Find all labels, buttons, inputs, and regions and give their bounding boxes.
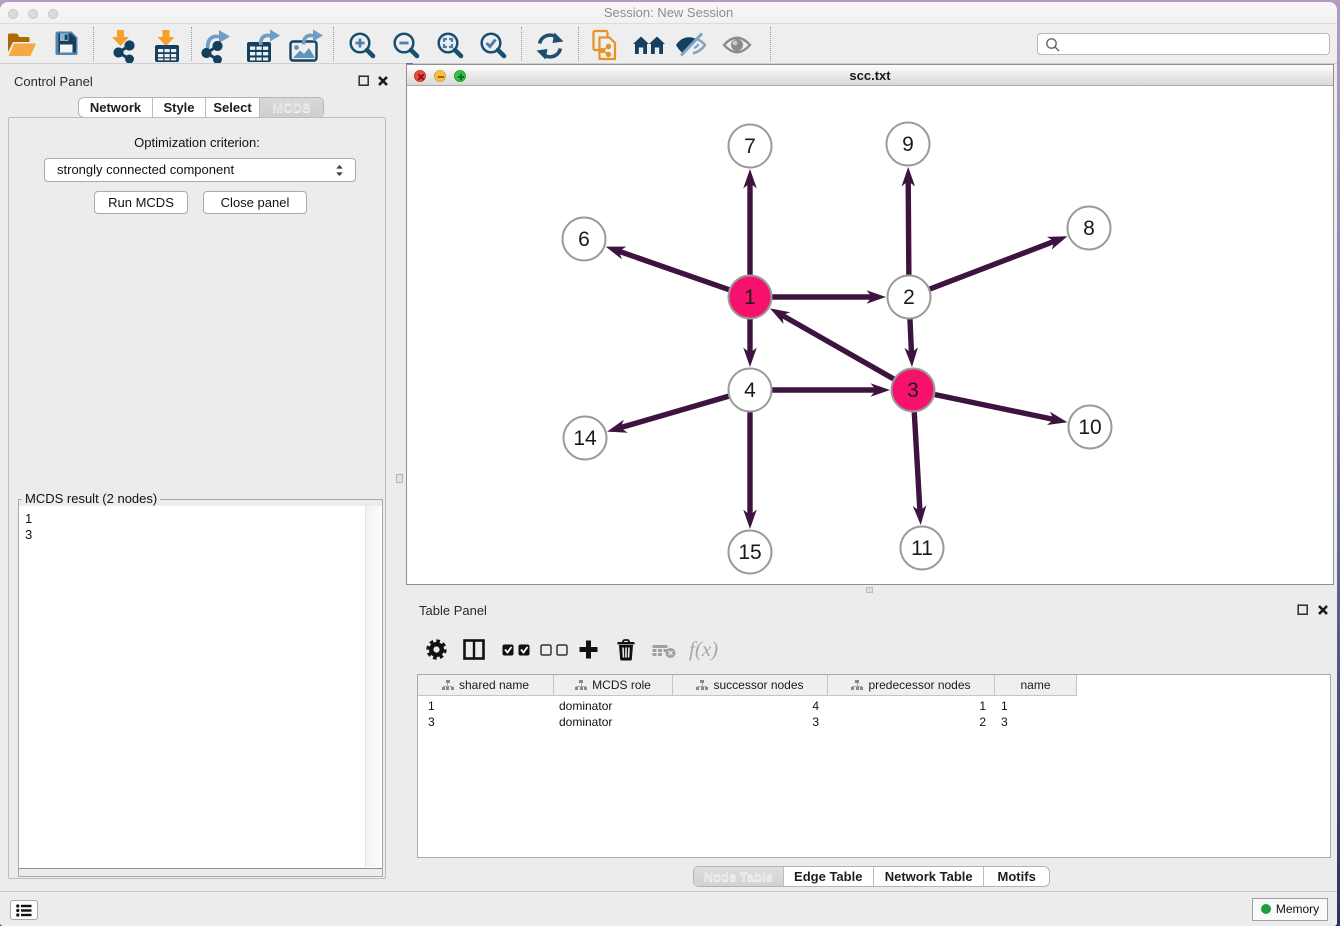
svg-text:9: 9 — [902, 133, 914, 156]
svg-text:15: 15 — [738, 541, 761, 564]
svg-text:4: 4 — [744, 379, 756, 402]
svg-text:11: 11 — [911, 537, 933, 560]
svg-text:7: 7 — [744, 135, 756, 158]
svg-text:1: 1 — [744, 286, 756, 309]
svg-text:3: 3 — [907, 379, 919, 402]
svg-text:2: 2 — [903, 286, 915, 309]
svg-text:14: 14 — [573, 427, 597, 450]
svg-text:8: 8 — [1083, 217, 1095, 240]
svg-text:6: 6 — [578, 228, 590, 251]
svg-text:10: 10 — [1078, 416, 1101, 439]
